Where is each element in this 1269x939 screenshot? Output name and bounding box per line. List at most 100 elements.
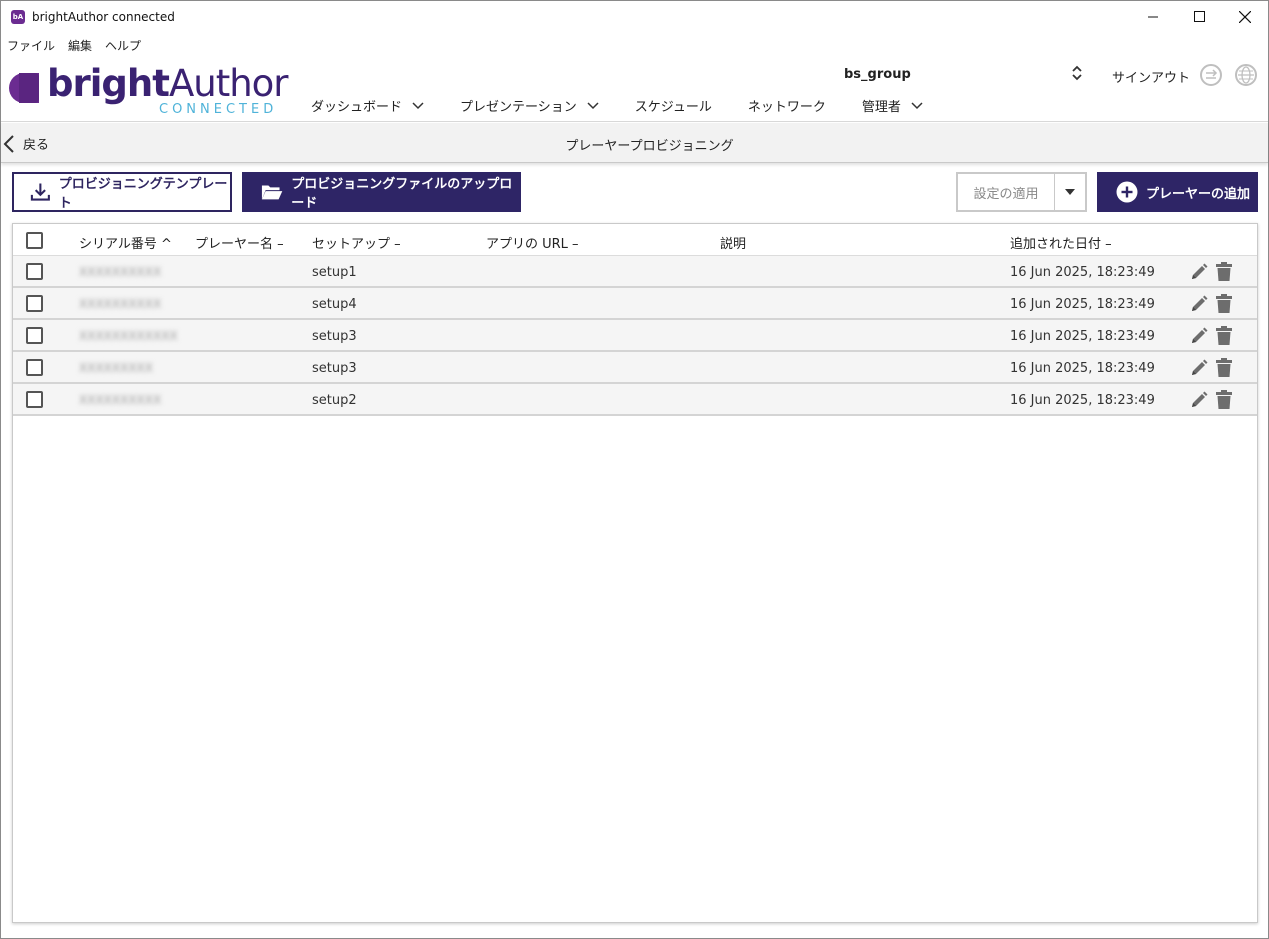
nav-network[interactable]: ネットワーク (748, 96, 826, 115)
table-row[interactable]: XXXXXXXXXXXX setup3 16 Jun 2025, 18:23:49 (13, 320, 1257, 352)
main-nav: ダッシュボード プレゼンテーション スケジュール ネットワーク 管理者 (311, 96, 959, 115)
pencil-icon (1192, 327, 1208, 343)
edit-button[interactable] (1189, 294, 1209, 318)
date-added: 16 Jun 2025, 18:23:49 (1010, 329, 1155, 344)
app-header: brightAuthor CONNECTED bs_group サインアウト ダ… (1, 58, 1268, 122)
signout-button[interactable]: サインアウト (1112, 67, 1190, 86)
logo-mark-icon (9, 73, 39, 103)
nav-admin-label: 管理者 (861, 100, 901, 115)
table-row[interactable]: XXXXXXXXXX setup2 16 Jun 2025, 18:23:49 (13, 384, 1257, 416)
pencil-icon (1192, 263, 1208, 279)
close-icon (1239, 10, 1251, 23)
globe-icon[interactable] (1235, 64, 1257, 86)
title-bar: bA brightAuthor connected (1, 1, 1268, 32)
delete-button[interactable] (1215, 358, 1233, 382)
nav-schedule-label: スケジュール (634, 100, 712, 115)
delete-button[interactable] (1215, 390, 1233, 414)
group-name: bs_group (844, 67, 911, 82)
delete-button[interactable] (1215, 294, 1233, 318)
table-header: シリアル番号 ^ プレーヤー名 – セットアップ – アプリの URL – 説明… (13, 224, 1257, 256)
edit-button[interactable] (1189, 326, 1209, 350)
table-body: XXXXXXXXXX setup1 16 Jun 2025, 18:23:49 XXX… (13, 256, 1257, 416)
pencil-icon (1192, 391, 1208, 407)
delete-button[interactable] (1215, 326, 1233, 350)
menu-help[interactable]: ヘルプ (105, 37, 141, 54)
page-title: プレーヤープロビジョニング (565, 139, 734, 154)
row-checkbox[interactable] (26, 391, 43, 408)
trash-icon (1216, 294, 1232, 313)
nav-admin[interactable]: 管理者 (862, 96, 923, 115)
row-checkbox[interactable] (26, 295, 43, 312)
provisioning-template-label: プロビジョニングテンプレート (58, 177, 228, 211)
table-row[interactable]: XXXXXXXXXX setup4 16 Jun 2025, 18:23:49 (13, 288, 1257, 320)
menu-edit[interactable]: 編集 (68, 37, 92, 54)
nav-presentations[interactable]: プレゼンテーション (460, 96, 599, 115)
add-player-button[interactable]: プレーヤーの追加 (1097, 172, 1258, 212)
column-serial[interactable]: シリアル番号 ^ (79, 233, 172, 252)
caret-down-icon (1065, 189, 1075, 195)
setup-name: setup3 (312, 329, 357, 344)
setup-name: setup3 (312, 361, 357, 376)
plus-circle-icon (1116, 181, 1138, 203)
setup-name: setup2 (312, 393, 357, 408)
date-added: 16 Jun 2025, 18:23:49 (1010, 265, 1155, 280)
table-row[interactable]: XXXXXXXXXX setup1 16 Jun 2025, 18:23:49 (13, 256, 1257, 288)
pencil-icon (1192, 295, 1208, 311)
row-checkbox[interactable] (26, 327, 43, 344)
nav-schedule[interactable]: スケジュール (635, 96, 712, 115)
provisioning-template-button[interactable]: プロビジョニングテンプレート (12, 172, 232, 212)
brand-logo[interactable]: brightAuthor CONNECTED (7, 62, 297, 120)
column-description[interactable]: 説明 (720, 233, 746, 252)
apply-settings-button[interactable]: 設定の適用 (958, 174, 1055, 210)
sync-icon[interactable] (1200, 64, 1222, 86)
upload-provisioning-file-button[interactable]: プロビジョニングファイルのアップロード (242, 172, 521, 212)
serial-number: XXXXXXXXXX (79, 393, 162, 407)
column-app-url[interactable]: アプリの URL – (486, 233, 579, 252)
delete-button[interactable] (1215, 262, 1233, 286)
edit-button[interactable] (1189, 358, 1209, 382)
group-switch-button[interactable] (1071, 64, 1083, 86)
date-added: 16 Jun 2025, 18:23:49 (1010, 297, 1155, 312)
row-checkbox[interactable] (26, 359, 43, 376)
trash-icon (1216, 390, 1232, 409)
apply-settings-dropdown[interactable] (1055, 174, 1085, 210)
edit-button[interactable] (1189, 262, 1209, 286)
window-title: brightAuthor connected (32, 9, 175, 24)
app-icon: bA (11, 9, 25, 24)
chevron-down-icon (587, 101, 599, 109)
serial-number: XXXXXXXXXX (79, 265, 162, 279)
pencil-icon (1192, 359, 1208, 375)
chevron-down-icon (412, 101, 424, 109)
minimize-icon (1147, 16, 1158, 18)
nav-presentations-label: プレゼンテーション (460, 100, 577, 115)
table-row[interactable]: XXXXXXXXX setup3 16 Jun 2025, 18:23:49 (13, 352, 1257, 384)
nav-network-label: ネットワーク (747, 100, 826, 115)
serial-number: XXXXXXXXXX (79, 297, 162, 311)
serial-number: XXXXXXXXX (79, 361, 153, 375)
column-date-added[interactable]: 追加された日付 – (1010, 233, 1112, 252)
row-checkbox[interactable] (26, 263, 43, 280)
trash-icon (1216, 326, 1232, 345)
upload-provisioning-file-label: プロビジョニングファイルのアップロード (291, 177, 513, 211)
edit-button[interactable] (1189, 390, 1209, 414)
setup-name: setup4 (312, 297, 357, 312)
globe-lines-icon (1238, 66, 1254, 84)
serial-number: XXXXXXXXXXXX (79, 329, 178, 343)
maximize-icon (1193, 11, 1205, 22)
column-setup[interactable]: セットアップ – (312, 233, 401, 252)
up-down-chevron-icon (1072, 65, 1082, 81)
maximize-button[interactable] (1176, 1, 1222, 32)
menu-file[interactable]: ファイル (7, 37, 55, 54)
folder-open-icon (261, 185, 283, 200)
close-button[interactable] (1222, 1, 1268, 32)
select-all-checkbox[interactable] (26, 232, 43, 249)
trash-icon (1216, 358, 1232, 377)
players-table: シリアル番号 ^ プレーヤー名 – セットアップ – アプリの URL – 説明… (12, 223, 1258, 923)
page-subheader: 戻る プレーヤープロビジョニング (1, 123, 1268, 163)
minimize-button[interactable] (1130, 1, 1176, 32)
logo-wordmark: brightAuthor (47, 62, 289, 105)
column-player-name[interactable]: プレーヤー名 – (195, 233, 284, 252)
nav-dashboard[interactable]: ダッシュボード (311, 96, 424, 115)
arrows-exchange-icon (1206, 69, 1218, 79)
add-player-label: プレーヤーの追加 (1146, 186, 1251, 202)
